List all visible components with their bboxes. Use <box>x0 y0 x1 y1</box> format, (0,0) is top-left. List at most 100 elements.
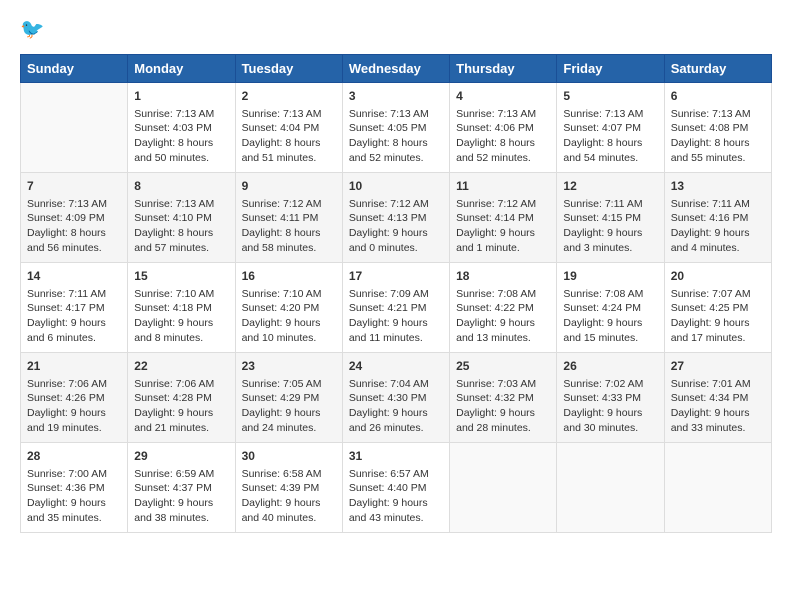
logo-icon: 🐦 <box>20 16 48 44</box>
cell-content: Sunrise: 7:12 AM Sunset: 4:13 PM Dayligh… <box>349 197 443 256</box>
day-number: 19 <box>563 268 657 285</box>
header-row: SundayMondayTuesdayWednesdayThursdayFrid… <box>21 55 772 83</box>
calendar-cell: 10 Sunrise: 7:12 AM Sunset: 4:13 PM Dayli… <box>342 173 449 263</box>
cell-content: Sunrise: 7:09 AM Sunset: 4:21 PM Dayligh… <box>349 287 443 346</box>
cell-content: Sunrise: 7:04 AM Sunset: 4:30 PM Dayligh… <box>349 377 443 436</box>
cell-content: Sunrise: 7:11 AM Sunset: 4:15 PM Dayligh… <box>563 197 657 256</box>
calendar-cell: 12Sunrise: 7:11 AM Sunset: 4:15 PM Dayli… <box>557 173 664 263</box>
day-number: 31 <box>349 448 443 465</box>
day-number: 10 <box>349 178 443 195</box>
day-number: 21 <box>27 358 121 375</box>
header-tuesday: Tuesday <box>235 55 342 83</box>
day-number: 23 <box>242 358 336 375</box>
day-number: 3 <box>349 88 443 105</box>
header-thursday: Thursday <box>450 55 557 83</box>
header-sunday: Sunday <box>21 55 128 83</box>
day-number: 4 <box>456 88 550 105</box>
page-header: 🐦 <box>20 16 772 44</box>
cell-content: Sunrise: 7:07 AM Sunset: 4:25 PM Dayligh… <box>671 287 765 346</box>
header-saturday: Saturday <box>664 55 771 83</box>
cell-content: Sunrise: 6:57 AM Sunset: 4:40 PM Dayligh… <box>349 467 443 526</box>
cell-content: Sunrise: 7:08 AM Sunset: 4:22 PM Dayligh… <box>456 287 550 346</box>
day-number: 13 <box>671 178 765 195</box>
cell-content: Sunrise: 7:13 AM Sunset: 4:03 PM Dayligh… <box>134 107 228 166</box>
calendar-cell: 23 Sunrise: 7:05 AM Sunset: 4:29 PM Dayli… <box>235 353 342 443</box>
calendar-cell <box>450 443 557 533</box>
calendar-cell: 9 Sunrise: 7:12 AM Sunset: 4:11 PM Daylig… <box>235 173 342 263</box>
cell-content: Sunrise: 7:13 AM Sunset: 4:09 PM Dayligh… <box>27 197 121 256</box>
header-wednesday: Wednesday <box>342 55 449 83</box>
cell-content: Sunrise: 7:05 AM Sunset: 4:29 PM Dayligh… <box>242 377 336 436</box>
calendar-cell: 29Sunrise: 6:59 AM Sunset: 4:37 PM Dayli… <box>128 443 235 533</box>
cell-content: Sunrise: 7:13 AM Sunset: 4:05 PM Dayligh… <box>349 107 443 166</box>
calendar-cell: 3 Sunrise: 7:13 AM Sunset: 4:05 PM Daylig… <box>342 83 449 173</box>
calendar-cell: 7 Sunrise: 7:13 AM Sunset: 4:09 PM Daylig… <box>21 173 128 263</box>
calendar-cell <box>557 443 664 533</box>
calendar-cell: 11Sunrise: 7:12 AM Sunset: 4:14 PM Dayli… <box>450 173 557 263</box>
calendar-cell: 5Sunrise: 7:13 AM Sunset: 4:07 PM Daylig… <box>557 83 664 173</box>
cell-content: Sunrise: 7:12 AM Sunset: 4:14 PM Dayligh… <box>456 197 550 256</box>
day-number: 25 <box>456 358 550 375</box>
cell-content: Sunrise: 7:11 AM Sunset: 4:16 PM Dayligh… <box>671 197 765 256</box>
logo: 🐦 <box>20 16 52 44</box>
calendar-cell <box>21 83 128 173</box>
calendar-cell: 17Sunrise: 7:09 AM Sunset: 4:21 PM Dayli… <box>342 263 449 353</box>
calendar-cell <box>664 443 771 533</box>
day-number: 18 <box>456 268 550 285</box>
calendar-cell: 19 Sunrise: 7:08 AM Sunset: 4:24 PM Dayli… <box>557 263 664 353</box>
cell-content: Sunrise: 7:13 AM Sunset: 4:07 PM Dayligh… <box>563 107 657 166</box>
calendar-cell: 13 Sunrise: 7:11 AM Sunset: 4:16 PM Dayli… <box>664 173 771 263</box>
cell-content: Sunrise: 7:06 AM Sunset: 4:28 PM Dayligh… <box>134 377 228 436</box>
cell-content: Sunrise: 7:01 AM Sunset: 4:34 PM Dayligh… <box>671 377 765 436</box>
calendar-cell: 25 Sunrise: 7:03 AM Sunset: 4:32 PM Dayli… <box>450 353 557 443</box>
calendar-cell: 18 Sunrise: 7:08 AM Sunset: 4:22 PM Dayli… <box>450 263 557 353</box>
day-number: 16 <box>242 268 336 285</box>
calendar-cell: 24 Sunrise: 7:04 AM Sunset: 4:30 PM Dayli… <box>342 353 449 443</box>
calendar-cell: 1Sunrise: 7:13 AM Sunset: 4:03 PM Daylig… <box>128 83 235 173</box>
cell-content: Sunrise: 7:08 AM Sunset: 4:24 PM Dayligh… <box>563 287 657 346</box>
week-row-2: 7 Sunrise: 7:13 AM Sunset: 4:09 PM Daylig… <box>21 173 772 263</box>
day-number: 29 <box>134 448 228 465</box>
calendar-cell: 22 Sunrise: 7:06 AM Sunset: 4:28 PM Dayli… <box>128 353 235 443</box>
header-monday: Monday <box>128 55 235 83</box>
cell-content: Sunrise: 7:13 AM Sunset: 4:10 PM Dayligh… <box>134 197 228 256</box>
cell-content: Sunrise: 6:58 AM Sunset: 4:39 PM Dayligh… <box>242 467 336 526</box>
day-number: 14 <box>27 268 121 285</box>
cell-content: Sunrise: 7:13 AM Sunset: 4:04 PM Dayligh… <box>242 107 336 166</box>
calendar-cell: 21 Sunrise: 7:06 AM Sunset: 4:26 PM Dayli… <box>21 353 128 443</box>
week-row-4: 21 Sunrise: 7:06 AM Sunset: 4:26 PM Dayli… <box>21 353 772 443</box>
day-number: 27 <box>671 358 765 375</box>
day-number: 28 <box>27 448 121 465</box>
calendar-cell: 31 Sunrise: 6:57 AM Sunset: 4:40 PM Dayli… <box>342 443 449 533</box>
day-number: 30 <box>242 448 336 465</box>
calendar-cell: 15 Sunrise: 7:10 AM Sunset: 4:18 PM Dayli… <box>128 263 235 353</box>
cell-content: Sunrise: 7:00 AM Sunset: 4:36 PM Dayligh… <box>27 467 121 526</box>
cell-content: Sunrise: 7:13 AM Sunset: 4:06 PM Dayligh… <box>456 107 550 166</box>
week-row-5: 28 Sunrise: 7:00 AM Sunset: 4:36 PM Dayli… <box>21 443 772 533</box>
day-number: 7 <box>27 178 121 195</box>
day-number: 9 <box>242 178 336 195</box>
day-number: 8 <box>134 178 228 195</box>
cell-content: Sunrise: 7:06 AM Sunset: 4:26 PM Dayligh… <box>27 377 121 436</box>
calendar-cell: 14Sunrise: 7:11 AM Sunset: 4:17 PM Dayli… <box>21 263 128 353</box>
calendar-table: SundayMondayTuesdayWednesdayThursdayFrid… <box>20 54 772 533</box>
calendar-cell: 26Sunrise: 7:02 AM Sunset: 4:33 PM Dayli… <box>557 353 664 443</box>
week-row-3: 14Sunrise: 7:11 AM Sunset: 4:17 PM Dayli… <box>21 263 772 353</box>
calendar-cell: 2Sunrise: 7:13 AM Sunset: 4:04 PM Daylig… <box>235 83 342 173</box>
cell-content: Sunrise: 7:03 AM Sunset: 4:32 PM Dayligh… <box>456 377 550 436</box>
day-number: 15 <box>134 268 228 285</box>
calendar-cell: 6Sunrise: 7:13 AM Sunset: 4:08 PM Daylig… <box>664 83 771 173</box>
calendar-cell: 20 Sunrise: 7:07 AM Sunset: 4:25 PM Dayli… <box>664 263 771 353</box>
calendar-cell: 27 Sunrise: 7:01 AM Sunset: 4:34 PM Dayli… <box>664 353 771 443</box>
day-number: 22 <box>134 358 228 375</box>
day-number: 20 <box>671 268 765 285</box>
cell-content: Sunrise: 7:10 AM Sunset: 4:18 PM Dayligh… <box>134 287 228 346</box>
cell-content: Sunrise: 7:02 AM Sunset: 4:33 PM Dayligh… <box>563 377 657 436</box>
week-row-1: 1Sunrise: 7:13 AM Sunset: 4:03 PM Daylig… <box>21 83 772 173</box>
cell-content: Sunrise: 7:12 AM Sunset: 4:11 PM Dayligh… <box>242 197 336 256</box>
calendar-cell: 8 Sunrise: 7:13 AM Sunset: 4:10 PM Daylig… <box>128 173 235 263</box>
calendar-cell: 16 Sunrise: 7:10 AM Sunset: 4:20 PM Dayli… <box>235 263 342 353</box>
cell-content: Sunrise: 7:13 AM Sunset: 4:08 PM Dayligh… <box>671 107 765 166</box>
cell-content: Sunrise: 7:10 AM Sunset: 4:20 PM Dayligh… <box>242 287 336 346</box>
day-number: 24 <box>349 358 443 375</box>
